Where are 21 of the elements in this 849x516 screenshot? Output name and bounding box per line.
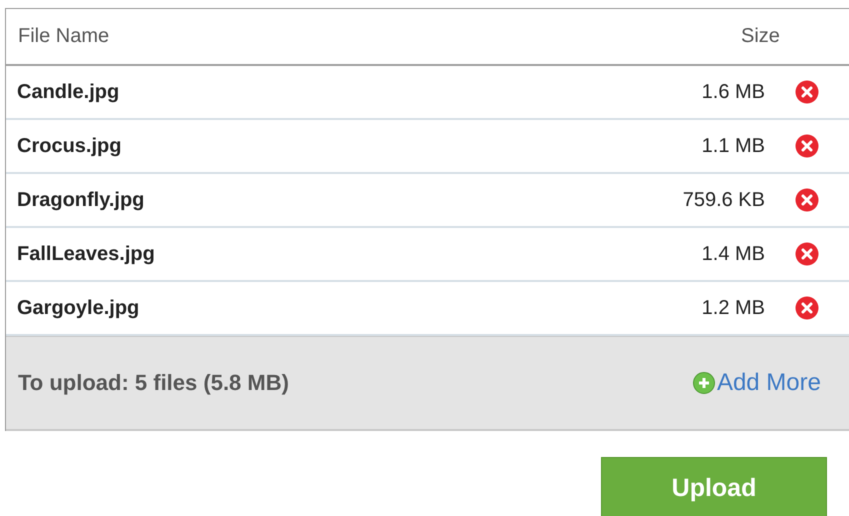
upload-summary: To upload: 5 files (5.8 MB) bbox=[18, 370, 290, 396]
column-header: File Name bbox=[18, 25, 110, 48]
file-name: FallLeaves.jpg bbox=[17, 242, 156, 266]
remove-icon[interactable] bbox=[795, 80, 819, 104]
remove-icon[interactable] bbox=[795, 296, 819, 320]
file-size: 759.6 KB bbox=[682, 188, 765, 212]
remove-icon[interactable] bbox=[795, 134, 819, 158]
remove-icon[interactable] bbox=[795, 242, 819, 266]
plus-icon bbox=[692, 372, 715, 394]
add-more-link[interactable]: Add More bbox=[692, 369, 821, 397]
file-size: 1.2 MB bbox=[702, 296, 765, 320]
file-name: Dragonfly.jpg bbox=[17, 188, 146, 212]
upload-button[interactable]: Upload bbox=[601, 457, 827, 516]
remove-icon[interactable] bbox=[795, 188, 819, 212]
file-size: 1.4 MB bbox=[702, 242, 765, 266]
file-name: Candle.jpg bbox=[17, 80, 120, 104]
file-size: 1.6 MB bbox=[702, 80, 765, 104]
file-name: Crocus.jpg bbox=[17, 134, 122, 158]
column-header: Size bbox=[741, 25, 781, 48]
file-name: Gargoyle.jpg bbox=[17, 296, 140, 320]
file-size: 1.1 MB bbox=[702, 134, 765, 158]
